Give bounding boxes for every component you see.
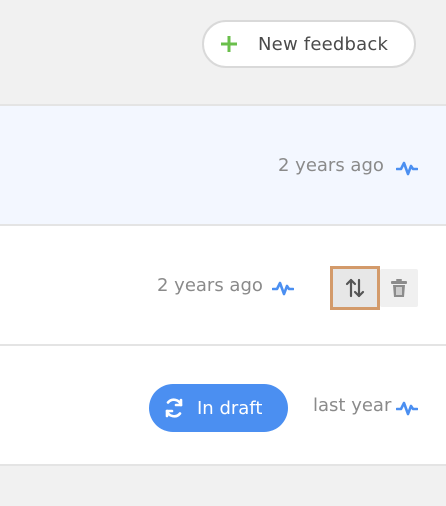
pulse-icon	[396, 401, 418, 416]
refresh-icon	[165, 398, 183, 418]
row-time-label: last year	[313, 395, 392, 416]
feedback-row[interactable]: 2 years ago	[0, 104, 446, 224]
page-header: New feedback	[0, 0, 446, 104]
new-feedback-button[interactable]: New feedback	[202, 20, 416, 68]
row-time-label: 2 years ago	[157, 275, 263, 296]
sort-button[interactable]	[330, 266, 380, 310]
feedback-list: 2 years ago 2 years ago In draft last ye…	[0, 104, 446, 464]
feedback-row[interactable]: 2 years ago	[0, 224, 446, 344]
pulse-icon	[272, 281, 294, 296]
list-bottom-divider	[0, 464, 446, 466]
status-in-draft-button[interactable]: In draft	[149, 384, 288, 432]
row-time-label: 2 years ago	[278, 155, 384, 176]
trash-icon	[391, 279, 407, 297]
sort-arrows-icon	[345, 278, 365, 298]
plus-icon	[221, 36, 237, 52]
pulse-icon	[396, 161, 418, 176]
status-label: In draft	[197, 397, 263, 419]
feedback-row[interactable]: In draft last year	[0, 344, 446, 464]
delete-button[interactable]	[380, 269, 418, 307]
new-feedback-label: New feedback	[258, 33, 389, 55]
